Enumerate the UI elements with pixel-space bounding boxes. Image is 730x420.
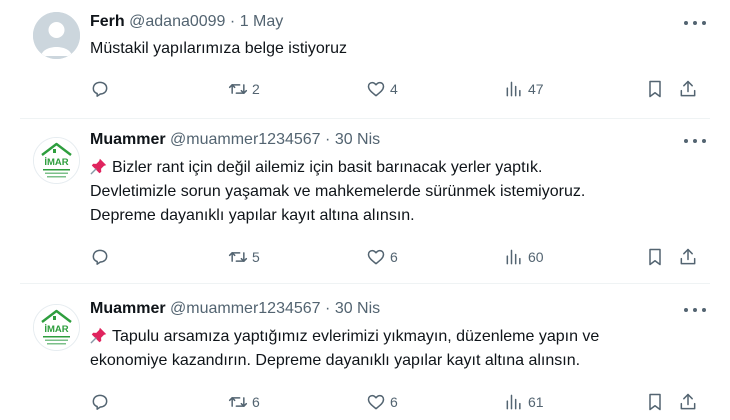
views-count: 47 (528, 81, 544, 97)
like-button[interactable]: 4 (366, 77, 398, 101)
bookmark-icon (649, 393, 661, 411)
tweet-text-line: Depreme dayanıklı yapılar kayıt altına a… (90, 207, 415, 224)
retweet-count: 2 (252, 81, 260, 97)
avatar[interactable]: İMAR (33, 304, 80, 351)
default-avatar-icon (33, 12, 80, 59)
views-icon (506, 81, 521, 97)
share-icon (680, 80, 696, 97)
like-icon (367, 81, 385, 97)
tweet-text: Müstakil yapılarımıza belge istiyoruz (90, 37, 690, 61)
avatar[interactable]: İMAR (33, 137, 80, 184)
retweet-icon (228, 252, 248, 262)
views-icon (506, 249, 521, 265)
like-count: 4 (390, 81, 398, 97)
avatar-logo-text: İMAR (44, 324, 68, 335)
like-count: 6 (390, 249, 398, 265)
views-count: 61 (528, 394, 544, 410)
reply-button[interactable] (90, 390, 114, 414)
tweet-text-line-content: Tapulu arsamıza yaptığımız evlerimizi yı… (112, 328, 600, 345)
separator-dot: · (325, 300, 331, 317)
tweet-2[interactable]: İMAR Muammer @muammer1234567 · 30 Nis Bi… (0, 119, 730, 281)
views-button[interactable]: 60 (504, 245, 544, 269)
tweet-date[interactable]: 1 May (240, 13, 284, 30)
pushpin-icon (90, 327, 107, 344)
display-name[interactable]: Muammer (90, 300, 166, 317)
retweet-icon (228, 84, 248, 94)
tweet-text: Tapulu arsamıza yaptığımız evlerimizi yı… (90, 325, 690, 373)
more-icon[interactable] (684, 133, 706, 149)
share-icon (680, 248, 696, 265)
reply-button[interactable] (90, 245, 114, 269)
reply-icon (92, 394, 108, 410)
avatar[interactable] (33, 12, 80, 59)
views-button[interactable]: 47 (504, 77, 544, 101)
views-count: 60 (528, 249, 544, 265)
display-name[interactable]: Muammer (90, 131, 166, 148)
like-button[interactable]: 6 (366, 245, 398, 269)
more-icon[interactable] (684, 302, 706, 318)
share-icon (680, 393, 696, 410)
retweet-button[interactable]: 6 (228, 390, 260, 414)
tweet-header: Ferh @adana0099 · 1 May (90, 13, 283, 31)
tweet-text-line: Bizler rant için değil ailemiz için basi… (90, 156, 690, 180)
tweet-text-line: Müstakil yapılarımıza belge istiyoruz (90, 40, 347, 57)
tweet-text-line-content: Bizler rant için değil ailemiz için basi… (112, 159, 543, 176)
tweet-actions: 2 4 47 (90, 77, 710, 101)
share-button[interactable] (678, 77, 698, 101)
tweet-text: Bizler rant için değil ailemiz için basi… (90, 156, 690, 228)
tweet-date[interactable]: 30 Nis (335, 131, 380, 148)
share-button[interactable] (678, 390, 698, 414)
user-handle[interactable]: @muammer1234567 (170, 300, 321, 317)
separator-dot: · (229, 13, 236, 30)
like-button[interactable]: 6 (366, 390, 398, 414)
bookmark-icon (649, 80, 661, 98)
tweet-date[interactable]: 30 Nis (335, 300, 380, 317)
tweet-actions: 6 6 61 (90, 390, 710, 414)
imar-logo-icon: İMAR (34, 305, 79, 350)
tweet-1[interactable]: Ferh @adana0099 · 1 May Müstakil yapılar… (0, 0, 730, 118)
like-count: 6 (390, 394, 398, 410)
tweet-text-line: ekonomiye kazandırın. Depreme dayanıklı … (90, 352, 581, 369)
tweet-header: Muammer @muammer1234567 · 30 Nis (90, 300, 380, 318)
reply-button[interactable] (90, 77, 114, 101)
tweet-actions: 5 6 60 (90, 245, 710, 269)
retweet-icon (228, 397, 248, 407)
share-button[interactable] (678, 245, 698, 269)
display-name[interactable]: Ferh (90, 13, 125, 30)
avatar-logo-text: İMAR (44, 157, 68, 168)
tweet-text-line: Tapulu arsamıza yaptığımız evlerimizi yı… (90, 325, 690, 349)
retweet-button[interactable]: 2 (228, 77, 260, 101)
bookmark-button[interactable] (645, 390, 665, 414)
separator-dot: · (325, 131, 331, 148)
like-icon (367, 249, 385, 265)
reply-icon (92, 249, 108, 265)
reply-icon (92, 81, 108, 97)
user-handle[interactable]: @muammer1234567 (170, 131, 321, 148)
tweet-text-line: Devletimizle sorun yaşamak ve mahkemeler… (90, 183, 586, 200)
bookmark-icon (649, 248, 661, 266)
tweet-header: Muammer @muammer1234567 · 30 Nis (90, 131, 380, 149)
retweet-button[interactable]: 5 (228, 245, 260, 269)
bookmark-button[interactable] (645, 77, 665, 101)
user-handle[interactable]: @adana0099 (129, 13, 225, 30)
views-icon (506, 394, 521, 410)
tweet-3[interactable]: İMAR Muammer @muammer1234567 · 30 Nis Ta… (0, 284, 730, 420)
like-icon (367, 394, 385, 410)
pushpin-icon (90, 158, 107, 175)
views-button[interactable]: 61 (504, 390, 544, 414)
more-icon[interactable] (684, 15, 706, 31)
retweet-count: 5 (252, 249, 260, 265)
imar-logo-icon: İMAR (34, 138, 79, 183)
retweet-count: 6 (252, 394, 260, 410)
bookmark-button[interactable] (645, 245, 665, 269)
